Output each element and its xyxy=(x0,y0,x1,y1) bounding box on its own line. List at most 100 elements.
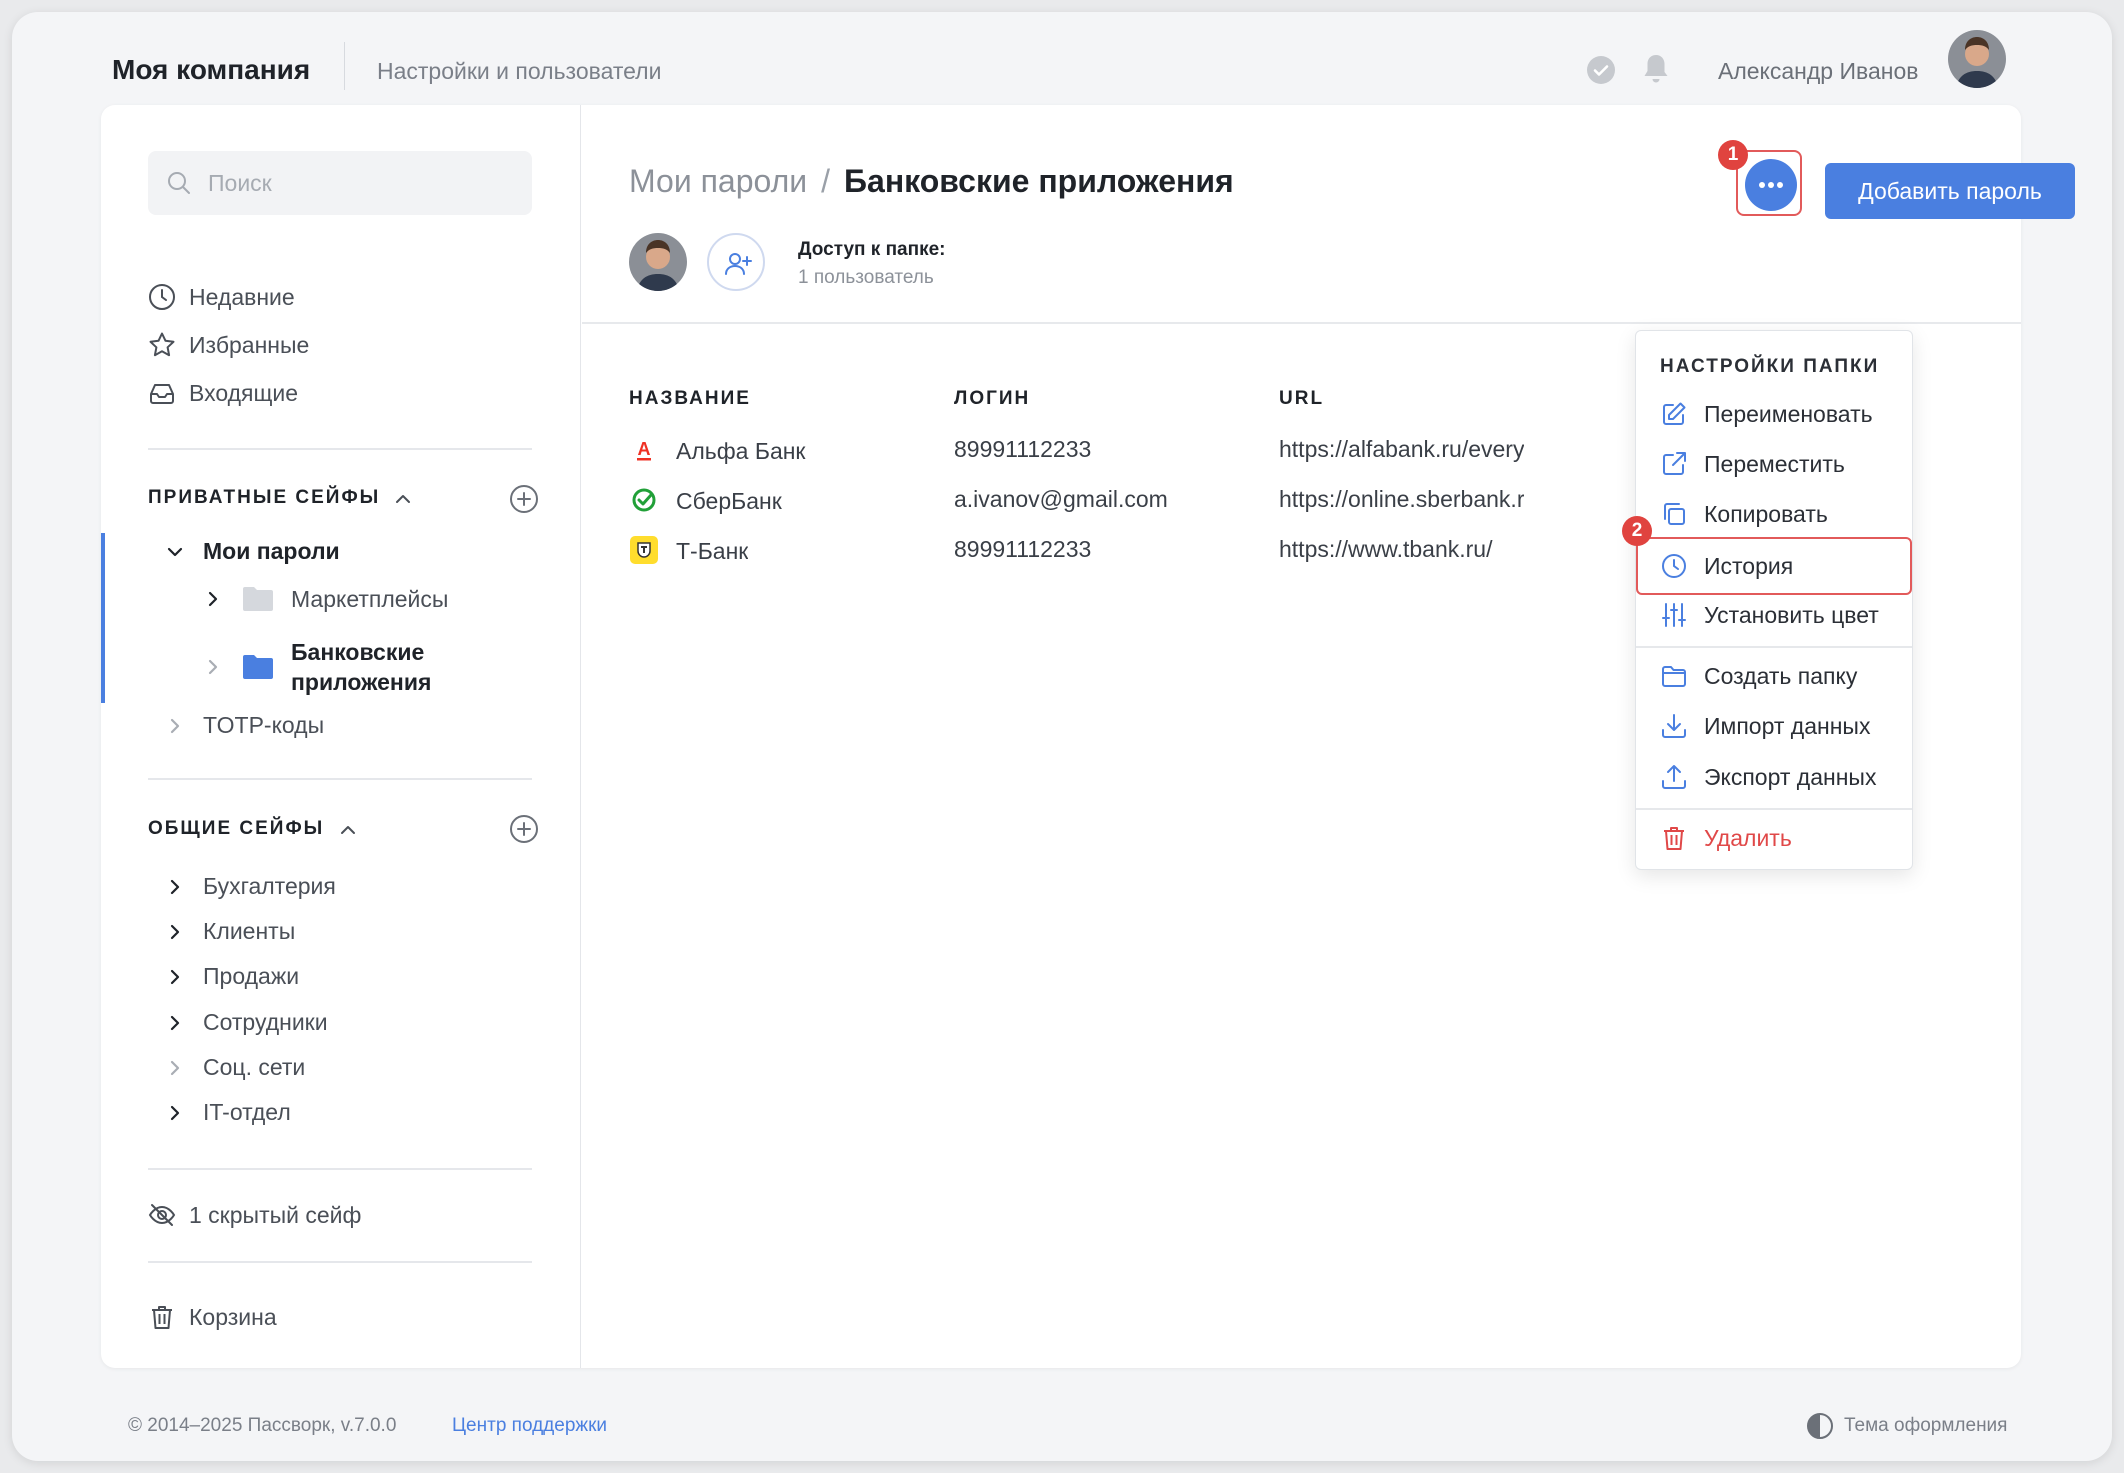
column-header-url[interactable]: URL xyxy=(1279,388,1324,410)
more-dots-icon xyxy=(1759,182,1783,188)
search-icon xyxy=(168,172,190,194)
edit-icon xyxy=(1663,402,1686,425)
column-header-login[interactable]: ЛОГИН xyxy=(954,388,1030,410)
menu-item-export[interactable]: Экспорт данных xyxy=(1636,754,1912,800)
trash-icon xyxy=(1664,827,1684,850)
inbox-icon xyxy=(150,384,174,404)
header-divider xyxy=(344,42,345,90)
avatar[interactable] xyxy=(1948,30,2006,88)
row-name[interactable]: СберБанк xyxy=(676,488,782,515)
vault-sales[interactable]: Продажи xyxy=(165,963,299,990)
menu-item-label: Экспорт данных xyxy=(1704,763,1877,790)
bell-icon[interactable] xyxy=(1640,52,1672,86)
eye-off-icon xyxy=(148,1204,176,1226)
folder-bank-apps[interactable]: Банковские приложения xyxy=(203,637,431,697)
divider xyxy=(148,1261,532,1263)
sidebar-item-favorites[interactable]: Избранные xyxy=(147,327,309,363)
chevron-up-icon[interactable] xyxy=(337,819,359,841)
divider xyxy=(148,1168,532,1170)
search-input[interactable]: Поиск xyxy=(148,151,532,215)
vault-accounting[interactable]: Бухгалтерия xyxy=(165,873,336,900)
company-name[interactable]: Моя компания xyxy=(112,54,310,86)
chevron-right-icon xyxy=(170,718,180,733)
menu-item-history[interactable]: История xyxy=(1636,543,1912,589)
sidebar-item-label: Входящие xyxy=(189,379,299,406)
vault-social[interactable]: Соц. сети xyxy=(165,1054,305,1081)
menu-item-create-folder[interactable]: Создать папку xyxy=(1636,653,1912,699)
menu-item-rename[interactable]: Переименовать xyxy=(1636,391,1912,437)
menu-item-move[interactable]: Переместить xyxy=(1636,441,1912,487)
menu-item-label: Установить цвет xyxy=(1704,601,1879,628)
move-icon xyxy=(1663,452,1686,475)
theme-toggle[interactable]: Тема оформления xyxy=(1806,1412,2007,1440)
vault-label: Клиенты xyxy=(203,918,296,944)
active-indicator xyxy=(101,533,105,703)
row-url[interactable]: https://alfabank.ru/everyday/ xyxy=(1279,436,1524,463)
vault-my-passwords[interactable]: Мои пароли xyxy=(165,538,340,565)
access-count[interactable]: 1 пользователь xyxy=(798,267,934,289)
chevron-up-icon[interactable] xyxy=(392,488,414,510)
column-header-name[interactable]: НАЗВАНИЕ xyxy=(629,388,751,410)
folder-icon xyxy=(243,655,273,679)
user-name[interactable]: Александр Иванов xyxy=(1718,58,1918,85)
clock-icon xyxy=(149,284,175,310)
vault-it[interactable]: IT-отдел xyxy=(165,1099,291,1126)
row-login[interactable]: 89991112233 xyxy=(954,536,1091,563)
folder-label: Банковские приложения xyxy=(291,637,431,697)
menu-item-label: Создать папку xyxy=(1704,662,1858,689)
vault-label: IT-отдел xyxy=(203,1099,291,1125)
folder-icon xyxy=(1662,666,1686,687)
theme-label: Тема оформления xyxy=(1844,1415,2008,1436)
contrast-icon xyxy=(1807,1413,1833,1439)
add-shared-vault-icon[interactable] xyxy=(509,814,539,844)
chevron-right-icon xyxy=(170,1105,180,1120)
more-button[interactable] xyxy=(1745,159,1797,211)
menu-item-import[interactable]: Импорт данных xyxy=(1636,703,1912,749)
sliders-icon xyxy=(1662,603,1686,627)
settings-link[interactable]: Настройки и пользователи xyxy=(377,58,661,85)
support-link[interactable]: Центр поддержки xyxy=(452,1415,607,1437)
menu-item-set-color[interactable]: Установить цвет xyxy=(1636,592,1912,638)
app-window: Моя компания Настройки и пользователи Ал… xyxy=(12,12,2112,1461)
menu-divider xyxy=(1636,808,1912,810)
vault-totp[interactable]: TOTP-коды xyxy=(165,712,324,739)
row-url[interactable]: https://online.sberbank.ru/ xyxy=(1279,486,1524,513)
menu-item-label: Копировать xyxy=(1704,500,1828,527)
copyright: © 2014–2025 Пассворк, v.7.0.0 xyxy=(128,1415,397,1436)
menu-item-label: История xyxy=(1704,552,1794,579)
add-private-vault-icon[interactable] xyxy=(509,484,539,514)
add-password-button[interactable]: Добавить пароль xyxy=(1825,163,2075,219)
row-url[interactable]: https://www.tbank.ru/ xyxy=(1279,536,1524,563)
row-login[interactable]: a.ivanov@gmail.com xyxy=(954,486,1168,513)
menu-item-copy[interactable]: Копировать xyxy=(1636,491,1912,537)
sidebar-item-trash[interactable]: Корзина xyxy=(147,1299,277,1335)
shared-vaults-title: ОБЩИЕ СЕЙФЫ xyxy=(148,818,325,839)
check-icon[interactable] xyxy=(1586,55,1616,85)
sidebar-item-inbox[interactable]: Входящие xyxy=(147,375,298,411)
row-login[interactable]: 89991112233 xyxy=(954,436,1091,463)
folder-label-line1: Банковские xyxy=(291,639,425,665)
access-title: Доступ к папке: xyxy=(798,239,946,260)
sidebar-item-label: Корзина xyxy=(189,1303,277,1330)
menu-divider xyxy=(1636,646,1912,648)
sidebar-item-recent[interactable]: Недавние xyxy=(147,279,295,315)
menu-item-delete[interactable]: Удалить xyxy=(1636,815,1912,861)
add-user-button[interactable] xyxy=(707,233,765,291)
vault-clients[interactable]: Клиенты xyxy=(165,918,295,945)
hidden-vaults[interactable]: 1 скрытый сейф xyxy=(147,1197,361,1233)
copy-icon xyxy=(1664,503,1685,525)
sidebar: Поиск Недавние Избранные Входящие ПРИВАТ… xyxy=(101,105,581,1368)
breadcrumb-root[interactable]: Мои пароли xyxy=(629,163,807,199)
row-name[interactable]: Т-Банк xyxy=(676,538,748,565)
sidebar-item-label: Недавние xyxy=(189,283,295,310)
vault-label: Сотрудники xyxy=(203,1009,328,1035)
folder-marketplaces[interactable]: Маркетплейсы xyxy=(203,585,448,613)
vault-employees[interactable]: Сотрудники xyxy=(165,1009,328,1036)
breadcrumb: Мои пароли / Банковские приложения xyxy=(629,163,1234,200)
download-icon xyxy=(1662,714,1686,738)
vault-label: Соц. сети xyxy=(203,1054,306,1080)
avatar[interactable] xyxy=(629,233,687,291)
row-name[interactable]: Альфа Банк xyxy=(676,438,806,465)
divider xyxy=(582,322,2021,324)
breadcrumb-separator: / xyxy=(821,163,831,199)
